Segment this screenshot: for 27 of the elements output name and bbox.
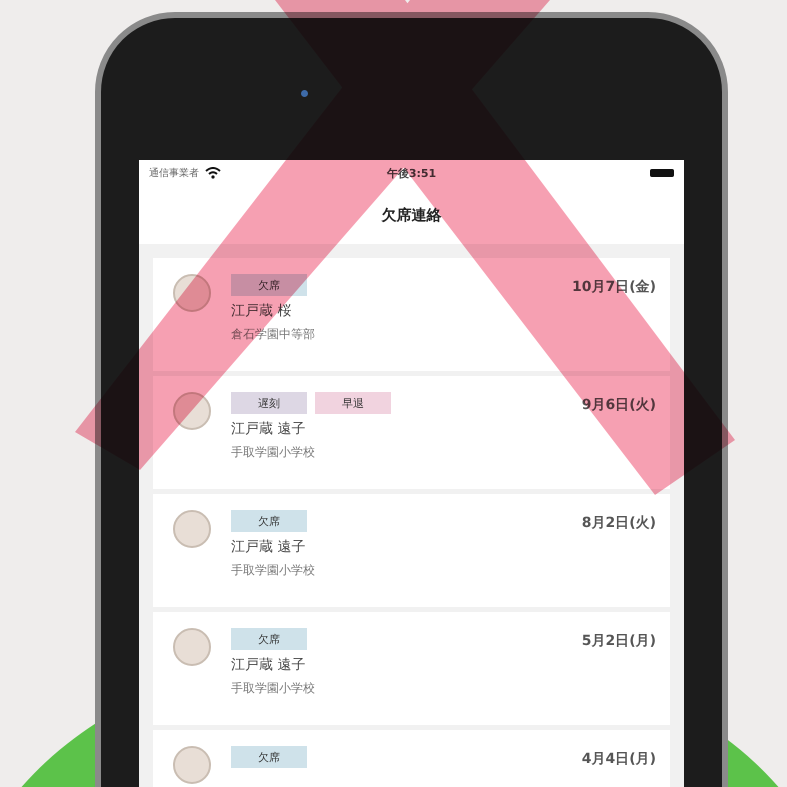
carrier-name: 通信事業者 [149, 166, 199, 180]
student-name: 江戸蔵 遠子 [231, 538, 306, 556]
absence-date: 8月2日(火) [582, 514, 656, 532]
camera-icon [301, 90, 308, 97]
status-tag: 遅刻 [231, 392, 307, 414]
avatar-icon [173, 510, 211, 548]
student-name: 江戸蔵 桜 [231, 302, 292, 320]
absence-date: 4月4日(月) [582, 750, 656, 768]
absence-list-item[interactable]: 欠席 江戸蔵 遠子 手取学園小学校 8月2日(火) [153, 494, 670, 607]
absence-list-item[interactable]: 欠席 江戸蔵 遠子 手取学園小学校 5月2日(月) [153, 612, 670, 725]
status-tag: 欠席 [231, 510, 307, 532]
student-name: 江戸蔵 遠子 [231, 656, 306, 674]
wifi-icon [205, 167, 221, 179]
status-tag: 欠席 [231, 746, 307, 768]
student-name: 江戸蔵 遠子 [231, 420, 306, 438]
status-tag: 早退 [315, 392, 391, 414]
absence-date: 5月2日(月) [582, 632, 656, 650]
status-time: 午後3:51 [386, 166, 436, 180]
avatar-icon [173, 628, 211, 666]
school-name: 手取学園小学校 [231, 562, 316, 579]
school-name: 手取学園小学校 [231, 444, 316, 461]
school-name: 手取学園小学校 [231, 680, 316, 697]
avatar-icon [173, 746, 211, 784]
screen-title: 欠席連絡 [382, 206, 442, 224]
battery-icon [650, 169, 674, 177]
status-tag: 欠席 [231, 628, 307, 650]
absence-list-item[interactable]: 欠席 4月4日(月) [153, 730, 670, 787]
